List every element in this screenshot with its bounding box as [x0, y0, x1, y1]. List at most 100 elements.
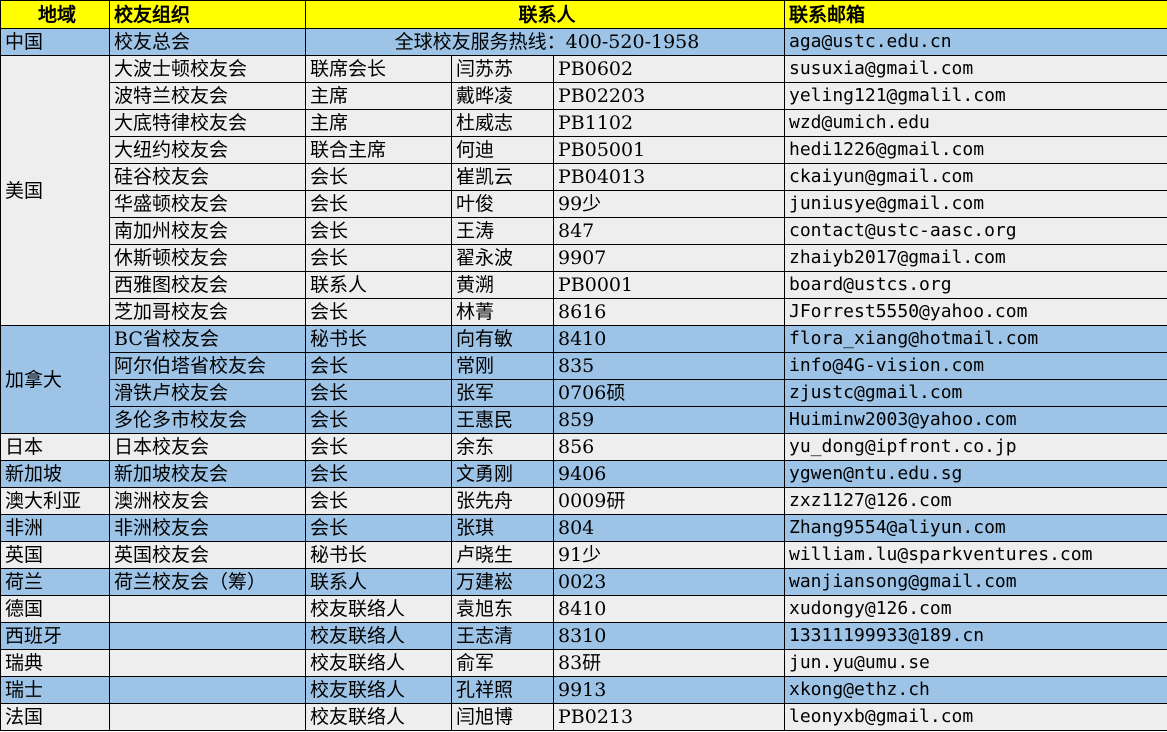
- title-cell: 联合主席: [305, 136, 452, 164]
- name-cell: 叶俊: [451, 190, 554, 218]
- class-cell: 856: [553, 433, 785, 461]
- title-cell: 秘书长: [305, 325, 452, 353]
- title-cell: 会长: [305, 406, 452, 434]
- table-row: 澳大利亚 澳洲校友会 会长 张先舟 0009研 zxz1127@126.com: [0, 487, 1167, 515]
- org-cell: 多伦多市校友会: [109, 406, 306, 434]
- org-cell: 波特兰校友会: [109, 82, 306, 110]
- org-cell: 华盛顿校友会: [109, 190, 306, 218]
- org-cell: 芝加哥校友会: [109, 298, 306, 326]
- email-cell: juniusye@gmail.com: [784, 190, 1167, 218]
- org-cell: 校友总会: [109, 28, 306, 56]
- class-cell: PB0602: [553, 55, 785, 83]
- class-cell: 0706硕: [553, 379, 785, 407]
- email-cell: ckaiyun@gmail.com: [784, 163, 1167, 191]
- region-cell: 西班牙: [0, 622, 110, 650]
- table-row: 大底特律校友会 主席 杜威志 PB1102 wzd@umich.edu: [1, 109, 1167, 137]
- region-cell: 瑞士: [0, 676, 110, 704]
- org-cell: 南加州校友会: [109, 217, 306, 245]
- title-cell: 会长: [305, 379, 452, 407]
- name-cell: 黄溯: [451, 271, 554, 299]
- region-cell: 中国: [0, 28, 110, 56]
- name-cell: 常刚: [451, 352, 554, 380]
- header-email: 联系邮箱: [784, 0, 1167, 29]
- table-row: 德国 校友联络人 袁旭东 8410 xudongy@126.com: [0, 595, 1167, 623]
- name-cell: 林菁: [451, 298, 554, 326]
- name-cell: 闫苏苏: [451, 55, 554, 83]
- name-cell: 文勇刚: [451, 460, 554, 488]
- table-row: 芝加哥校友会 会长 林菁 8616 JForrest5550@yahoo.com: [1, 298, 1167, 326]
- region-cell: 英国: [0, 541, 110, 569]
- email-cell: JForrest5550@yahoo.com: [784, 298, 1167, 326]
- alumni-contact-table: 地域 校友组织 联系人 联系邮箱 中国 校友总会 全球校友服务热线：400-52…: [0, 0, 1167, 731]
- header-row: 地域 校友组织 联系人 联系邮箱: [0, 0, 1167, 29]
- name-cell: 万建崧: [451, 568, 554, 596]
- class-cell: PB05001: [553, 136, 785, 164]
- region-cell: 德国: [0, 595, 110, 623]
- table-row: 西雅图校友会 联系人 黄溯 PB0001 board@ustcs.org: [1, 271, 1167, 299]
- email-cell: wanjiansong@gmail.com: [784, 568, 1167, 596]
- table-row: 南加州校友会 会长 王涛 847 contact@ustc-aasc.org: [1, 217, 1167, 245]
- email-cell: susuxia@gmail.com: [784, 55, 1167, 83]
- table-row: 日本 日本校友会 会长 余东 856 yu_dong@ipfront.co.jp: [0, 433, 1167, 461]
- org-cell: [109, 622, 306, 650]
- table-row: 英国 英国校友会 秘书长 卢晓生 91少 william.lu@sparkven…: [0, 541, 1167, 569]
- org-cell: 大纽约校友会: [109, 136, 306, 164]
- org-cell: 阿尔伯塔省校友会: [109, 352, 306, 380]
- class-cell: 8410: [553, 595, 785, 623]
- org-cell: 澳洲校友会: [109, 487, 306, 515]
- table-row: 加拿大 BC省校友会 秘书长 向有敏 8410 flora_xiang@hotm…: [0, 325, 1167, 434]
- class-cell: 9406: [553, 460, 785, 488]
- name-cell: 袁旭东: [451, 595, 554, 623]
- title-cell: 会长: [305, 460, 452, 488]
- class-cell: 8410: [553, 325, 785, 353]
- name-cell: 张琪: [451, 514, 554, 542]
- title-cell: 会长: [305, 190, 452, 218]
- org-cell: 西雅图校友会: [109, 271, 306, 299]
- email-cell: zjustc@gmail.com: [784, 379, 1167, 407]
- region-cell: 法国: [0, 703, 110, 731]
- email-cell: leonyxb@gmail.com: [784, 703, 1167, 731]
- title-cell: 主席: [305, 109, 452, 137]
- table-row: 瑞士 校友联络人 孔祥照 9913 xkong@ethz.ch: [0, 676, 1167, 704]
- table-row: 法国 校友联络人 闫旭博 PB0213 leonyxb@gmail.com: [0, 703, 1167, 731]
- header-org: 校友组织: [109, 0, 306, 29]
- class-cell: 91少: [553, 541, 785, 569]
- table-row-china: 中国 校友总会 全球校友服务热线：400-520-1958 aga@ustc.e…: [0, 28, 1167, 56]
- table-row: 波特兰校友会 主席 戴晔凌 PB02203 yeling121@gmalil.c…: [1, 82, 1167, 110]
- email-cell: yeling121@gmalil.com: [784, 82, 1167, 110]
- region-cell: 荷兰: [0, 568, 110, 596]
- table-row: 华盛顿校友会 会长 叶俊 99少 juniusye@gmail.com: [1, 190, 1167, 218]
- email-cell: board@ustcs.org: [784, 271, 1167, 299]
- name-cell: 余东: [451, 433, 554, 461]
- hotline-cell: 全球校友服务热线：400-520-1958: [305, 28, 785, 56]
- org-cell: 日本校友会: [109, 433, 306, 461]
- title-cell: 联系人: [305, 568, 452, 596]
- table-row: 西班牙 校友联络人 王志清 8310 13311199933@189.cn: [0, 622, 1167, 650]
- table-row: 多伦多市校友会 会长 王惠民 859 Huiminw2003@yahoo.com: [1, 406, 1167, 434]
- table-row: 休斯顿校友会 会长 翟永波 9907 zhaiyb2017@gmail.com: [1, 244, 1167, 272]
- title-cell: 校友联络人: [305, 649, 452, 677]
- email-cell: info@4G-vision.com: [784, 352, 1167, 380]
- table-row: 非洲 非洲校友会 会长 张琪 804 Zhang9554@aliyun.com: [0, 514, 1167, 542]
- table-row: 硅谷校友会 会长 崔凯云 PB04013 ckaiyun@gmail.com: [1, 163, 1167, 191]
- region-cell: 新加坡: [0, 460, 110, 488]
- title-cell: 会长: [305, 163, 452, 191]
- region-cell: 日本: [0, 433, 110, 461]
- org-cell: 休斯顿校友会: [109, 244, 306, 272]
- name-cell: 崔凯云: [451, 163, 554, 191]
- class-cell: PB0213: [553, 703, 785, 731]
- class-cell: PB0001: [553, 271, 785, 299]
- table-row: 滑铁卢校友会 会长 张军 0706硕 zjustc@gmail.com: [1, 379, 1167, 407]
- title-cell: 会长: [305, 298, 452, 326]
- org-cell: [109, 649, 306, 677]
- name-cell: 戴晔凌: [451, 82, 554, 110]
- class-cell: PB1102: [553, 109, 785, 137]
- name-cell: 何迪: [451, 136, 554, 164]
- name-cell: 孔祥照: [451, 676, 554, 704]
- name-cell: 王涛: [451, 217, 554, 245]
- table-row: 阿尔伯塔省校友会 会长 常刚 835 info@4G-vision.com: [1, 352, 1167, 380]
- org-cell: 非洲校友会: [109, 514, 306, 542]
- email-cell: flora_xiang@hotmail.com: [784, 325, 1167, 353]
- table-row: 新加坡 新加坡校友会 会长 文勇刚 9406 ygwen@ntu.edu.sg: [0, 460, 1167, 488]
- title-cell: 校友联络人: [305, 595, 452, 623]
